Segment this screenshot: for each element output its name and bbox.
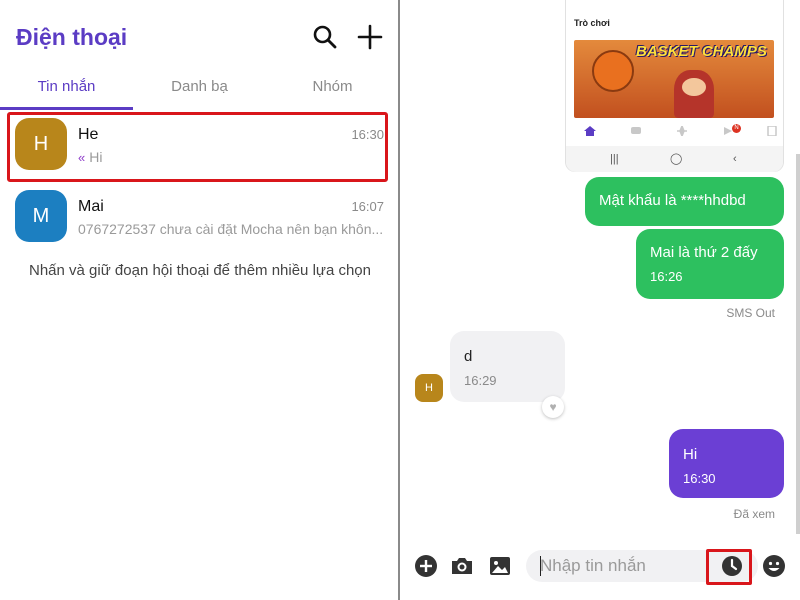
text-cursor [540, 556, 541, 576]
game-icon [677, 126, 687, 136]
game-section-title: Trò chơi [574, 18, 610, 28]
conversation-list-pane: Điện thoại Tin nhắn Danh bạ Nhóm H He 16… [0, 0, 400, 600]
home-circle-icon: ◯ [670, 153, 683, 165]
conversation-item-mai[interactable]: M Mai 16:07 0767272537 chưa cài đặt Moch… [0, 184, 400, 254]
scrollbar[interactable] [796, 154, 800, 534]
outgoing-message[interactable]: Hi 16:30 [669, 429, 784, 498]
tab-contacts[interactable]: Danh bạ [133, 72, 266, 110]
hint-text: Nhấn và giữ đoạn hội thoại để thêm nhiều… [29, 262, 371, 279]
highlight-box [706, 549, 752, 585]
plus-icon[interactable] [357, 24, 383, 50]
message-preview: 0767272537 chưa cài đặt Mocha nên bạn kh… [78, 221, 384, 237]
message-time: 16:30 [683, 471, 716, 486]
game-logo: BASKET CHAMPS [636, 43, 767, 60]
read-status: Đã xem [733, 507, 775, 521]
outgoing-message[interactable]: Mai là thứ 2 đấy 16:26 [636, 229, 784, 299]
notification-badge: N [732, 124, 741, 133]
back-icon: ‹ [733, 153, 737, 165]
home-icon [584, 126, 596, 136]
shared-screenshot-card[interactable]: Trò chơi BASKET CHAMPS N ||| ◯ ‹ [565, 0, 784, 172]
message-input-bar [402, 540, 800, 594]
emoji-icon[interactable] [762, 554, 786, 578]
add-icon[interactable] [414, 554, 438, 578]
message-text: d [464, 348, 473, 365]
message-time: 16:26 [650, 269, 683, 284]
message-time: 16:29 [464, 373, 497, 388]
avatar: M [15, 190, 67, 242]
mini-nav-bar: N [574, 124, 778, 140]
page-title: Điện thoại [16, 24, 128, 50]
tab-bar: Tin nhắn Danh bạ Nhóm [0, 72, 400, 110]
message-text: Mật khẩu là ****hhdbd [599, 192, 746, 209]
contact-name: Mai [78, 198, 104, 215]
sender-avatar[interactable]: H [415, 374, 443, 402]
basketball-graphic [592, 50, 634, 92]
game-banner[interactable]: BASKET CHAMPS [574, 40, 774, 118]
outgoing-message[interactable]: Mật khẩu là ****hhdbd [585, 177, 784, 226]
recent-apps-icon: ||| [610, 153, 619, 165]
image-icon[interactable] [488, 554, 512, 578]
message-time: 16:07 [351, 199, 384, 214]
tab-messages[interactable]: Tin nhắn [0, 72, 133, 110]
search-icon[interactable] [312, 24, 338, 50]
active-tab-indicator [0, 107, 133, 110]
menu-icon [767, 126, 777, 136]
tab-groups[interactable]: Nhóm [266, 72, 399, 110]
delivery-status: SMS Out [726, 306, 775, 320]
highlight-box [7, 112, 388, 182]
message-text: Hi [683, 446, 698, 463]
chat-icon [631, 127, 641, 134]
message-text: Mai là thứ 2 đấy [650, 244, 758, 261]
android-nav-bar: ||| ◯ ‹ [566, 146, 783, 172]
incoming-message[interactable]: d 16:29 [450, 331, 565, 402]
heart-icon[interactable]: ♥ [542, 396, 564, 418]
camera-icon[interactable] [450, 554, 474, 578]
character-face-graphic [682, 78, 706, 96]
chat-pane: Trò chơi BASKET CHAMPS N ||| ◯ ‹ Mật khẩ… [402, 0, 800, 600]
